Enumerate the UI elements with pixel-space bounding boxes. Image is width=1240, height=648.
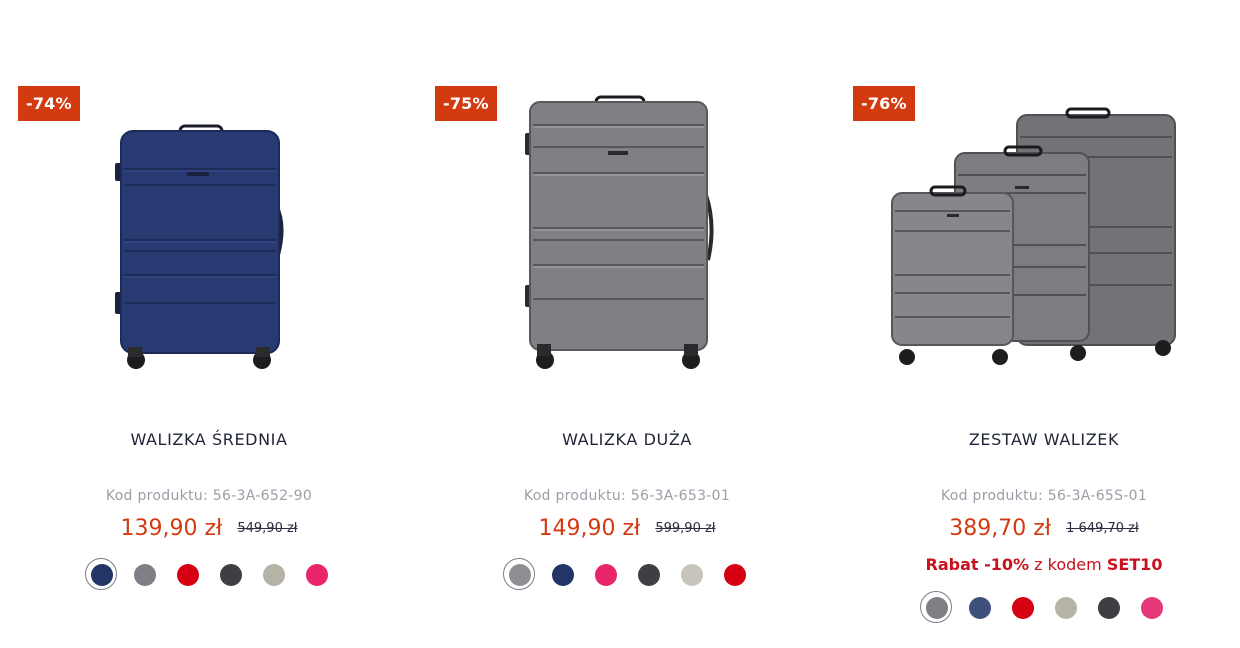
old-price: 599,90 zł — [655, 521, 716, 536]
product-card[interactable]: -74% WALIZKA ŚREDNIA Kod produktu: 56-3A… — [0, 85, 418, 645]
color-swatch[interactable] — [133, 564, 156, 586]
promo-middle: z kodem — [1029, 555, 1107, 574]
price: 149,90 zł — [538, 516, 641, 541]
color-swatch[interactable] — [219, 564, 242, 586]
color-swatch[interactable] — [1011, 597, 1034, 619]
grey-suitcase-set-image — [891, 107, 1176, 365]
promo-code: SET10 — [1106, 555, 1163, 574]
color-swatch[interactable] — [176, 564, 199, 586]
color-swatch[interactable] — [680, 564, 703, 586]
product-code: Kod produktu: 56-3A-652-90 — [105, 488, 313, 504]
color-swatch[interactable] — [637, 564, 660, 586]
price: 389,70 zł — [949, 516, 1052, 541]
product-name[interactable]: ZESTAW WALIZEK — [835, 430, 1240, 449]
promo-code-text: Rabat -10% z kodem SET10 — [835, 555, 1240, 574]
product-code: Kod produktu: 56-3A-653-01 — [523, 488, 731, 504]
product-card[interactable]: -75% WALIZKA DUŻA Kod produktu: 56-3A-65… — [418, 85, 836, 645]
product-name[interactable]: WALIZKA ŚREDNIA — [0, 430, 418, 449]
color-swatches — [418, 558, 836, 590]
color-swatch[interactable] — [968, 597, 991, 619]
grey-suitcase-image — [525, 95, 714, 369]
product-image[interactable] — [835, 85, 1240, 385]
promo-discount: Rabat -10% — [925, 555, 1030, 574]
color-swatch[interactable] — [551, 564, 574, 586]
color-swatch[interactable] — [305, 564, 328, 586]
color-swatch[interactable] — [1054, 597, 1077, 619]
product-card[interactable]: -76% ZESTAW WALIZEK Kod produktu: 56-3A-… — [835, 85, 1240, 645]
old-price: 549,90 zł — [237, 521, 298, 536]
color-swatch[interactable] — [723, 564, 746, 586]
product-image[interactable] — [418, 85, 836, 385]
discount-badge: -75% — [435, 86, 497, 121]
color-swatches — [0, 558, 418, 590]
price-row: 389,70 zł 1 649,70 zł — [835, 516, 1240, 541]
color-swatches — [835, 591, 1240, 623]
color-swatch[interactable] — [262, 564, 285, 586]
product-code: Kod produktu: 56-3A-65S-01 — [940, 488, 1148, 504]
color-swatch-selected[interactable] — [502, 558, 535, 590]
discount-badge: -76% — [853, 86, 915, 121]
product-image[interactable] — [0, 85, 418, 385]
price-row: 139,90 zł 549,90 zł — [0, 516, 418, 541]
price: 139,90 zł — [120, 516, 223, 541]
product-grid: -74% WALIZKA ŚREDNIA Kod produktu: 56-3A… — [0, 0, 1240, 648]
color-swatch-selected[interactable] — [84, 558, 117, 590]
discount-badge: -74% — [18, 86, 80, 121]
product-name[interactable]: WALIZKA DUŻA — [418, 430, 836, 449]
color-swatch[interactable] — [1097, 597, 1120, 619]
old-price: 1 649,70 zł — [1066, 521, 1139, 536]
color-swatch-selected[interactable] — [919, 591, 952, 623]
navy-suitcase-image — [115, 124, 284, 369]
price-row: 149,90 zł 599,90 zł — [418, 516, 836, 541]
color-swatch[interactable] — [594, 564, 617, 586]
color-swatch[interactable] — [1140, 597, 1163, 619]
